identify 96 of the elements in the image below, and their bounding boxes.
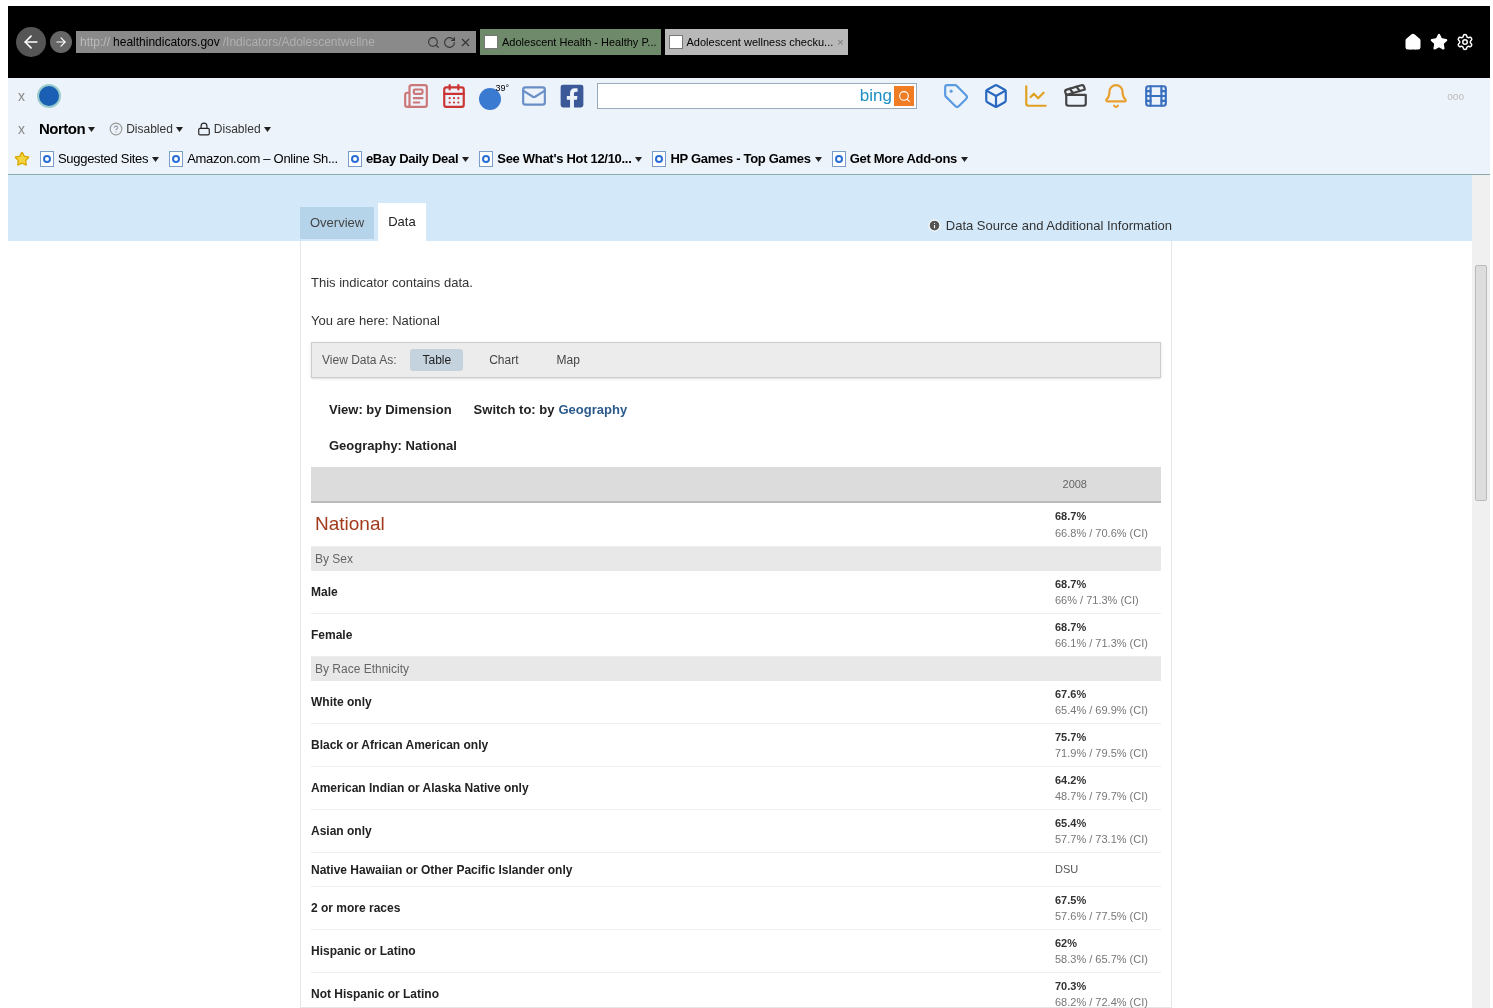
page-icon [652,151,667,167]
favorites-link[interactable]: See What's Hot 12/10... [479,149,643,169]
page-icon [169,151,184,167]
value-cell-text: 64.2% [1055,772,1088,788]
ci-cell-text: 48.7% / 79.7% (CI) [1055,789,1149,804]
geography-text: Geography: National [329,436,458,455]
favorites-link[interactable]: Get More Add-ons [831,149,969,169]
help-icon [109,122,124,136]
favorites-link[interactable]: HP Games - Top Games [652,149,822,169]
page-icon [831,151,846,167]
newspaper-icon[interactable] [403,83,429,109]
row-label: Asian only [311,823,372,840]
page-tab[interactable]: Data [378,203,426,241]
view-option[interactable]: Table [410,349,464,371]
favorites-icon [1430,33,1448,51]
lock-icon [196,122,211,136]
back-button[interactable] [16,27,46,57]
ci-cell-text: 66% / 71.3% (CI) [1055,593,1140,608]
row-label: American Indian or Alaska Native only [311,780,529,797]
value-cell-text: 75.7% [1055,729,1088,745]
page-icon [40,151,54,167]
page-tab[interactable]: Overview [300,207,375,239]
favorites-link[interactable]: eBay Daily Deal [347,149,470,169]
search-field[interactable]: bing [597,83,917,109]
caret-icon [175,126,183,132]
value-cell-text: 67.6% [1055,686,1088,702]
row-label: 2 or more races [311,900,401,917]
value-cell-text: DSU [1055,862,1080,878]
ci-cell-text: 66.8% / 70.6% (CI) [1055,525,1149,541]
ci-cell-text: 65.4% / 69.9% (CI) [1055,703,1149,718]
value-cell-text: 68.7% [1055,619,1088,635]
row-label: Not Hispanic or Latino [311,986,439,1003]
row-label: Hispanic or Latino [311,943,416,960]
value-cell-text: 68.7% [1055,509,1088,524]
switch-label: Switch to: by [473,401,555,419]
search-icon [427,35,440,49]
mail-icon[interactable] [521,83,547,109]
film-icon[interactable] [1143,83,1169,109]
box-icon[interactable] [983,83,1009,109]
row-label: Female [311,627,353,644]
favorites-link[interactable]: Suggested Sites [40,149,160,169]
ci-cell-text: 68.2% / 72.4% (CI) [1055,995,1149,1008]
value-cell-text: 70.3% [1055,978,1088,994]
favorites-link[interactable]: Amazon.com – Online Sh... [169,149,338,169]
row-label: Black or African American only [311,737,489,754]
view-text: View: by Dimension [329,401,452,419]
value-cell-text: 68.7% [1055,576,1088,592]
clapperboard-icon[interactable] [1063,83,1089,109]
facebook-icon[interactable] [559,83,585,109]
forward-arrow-icon [54,35,68,49]
favorites-icon [14,151,30,167]
browser-tab[interactable]: Adolescent Health - Healthy P... [480,29,661,55]
settings-icon [1456,33,1474,51]
info-link[interactable]: Data Source and Additional Information [927,215,1172,235]
calendar-icon[interactable] [441,83,467,109]
search-icon [897,89,911,103]
caret-icon [263,126,271,132]
info-icon [927,218,941,232]
value-cell-text: 65.4% [1055,815,1088,831]
caret-icon [152,156,160,162]
temperature-label: 39° [495,82,509,95]
value-cell-text: 67.5% [1055,892,1088,908]
geography-link[interactable]: Geography [558,400,628,420]
row-label: National [314,512,385,537]
view-option[interactable]: Chart [477,349,531,371]
refresh-icon [443,35,456,49]
row-label: Native Hawaiian or Other Pacific Islander only [311,861,573,879]
view-label: View Data As: [322,352,397,369]
ci-cell-text: 58.3% / 65.7% (CI) [1055,952,1149,967]
scrollbar[interactable] [1472,175,1490,1008]
view-option[interactable]: Map [544,349,592,371]
row-label: White only [311,694,372,711]
page-icon [347,151,362,167]
row-label: Male [311,584,338,601]
ci-cell-text: 57.7% / 73.1% (CI) [1055,832,1149,847]
browser-tab[interactable]: Adolescent wellness checku... × [664,29,848,55]
intro-text: This indicator contains data. [311,274,474,292]
ci-cell-text: 71.9% / 79.5% (CI) [1055,746,1149,761]
breadcrumb: You are here: National [311,311,441,330]
ci-cell-text: 66.1% / 71.3% (CI) [1055,636,1149,651]
caret-icon [462,156,470,162]
ci-cell-text: 57.6% / 77.5% (CI) [1055,909,1149,924]
caret-icon [814,156,822,162]
home-icon [1404,33,1422,51]
norton-menu[interactable]: Norton [39,117,96,141]
value-cell-text: 62% [1055,935,1079,951]
caret-icon [88,126,96,132]
forward-button[interactable] [50,31,72,53]
caret-icon [961,156,969,162]
group-header: By Race Ethnicity [311,657,1161,681]
group-header: By Sex [311,547,1161,571]
logo-icon [37,84,61,108]
caret-icon [635,156,643,162]
column-header: 2008 [1062,476,1087,492]
tag-icon[interactable] [943,83,969,109]
page-icon [479,151,494,167]
